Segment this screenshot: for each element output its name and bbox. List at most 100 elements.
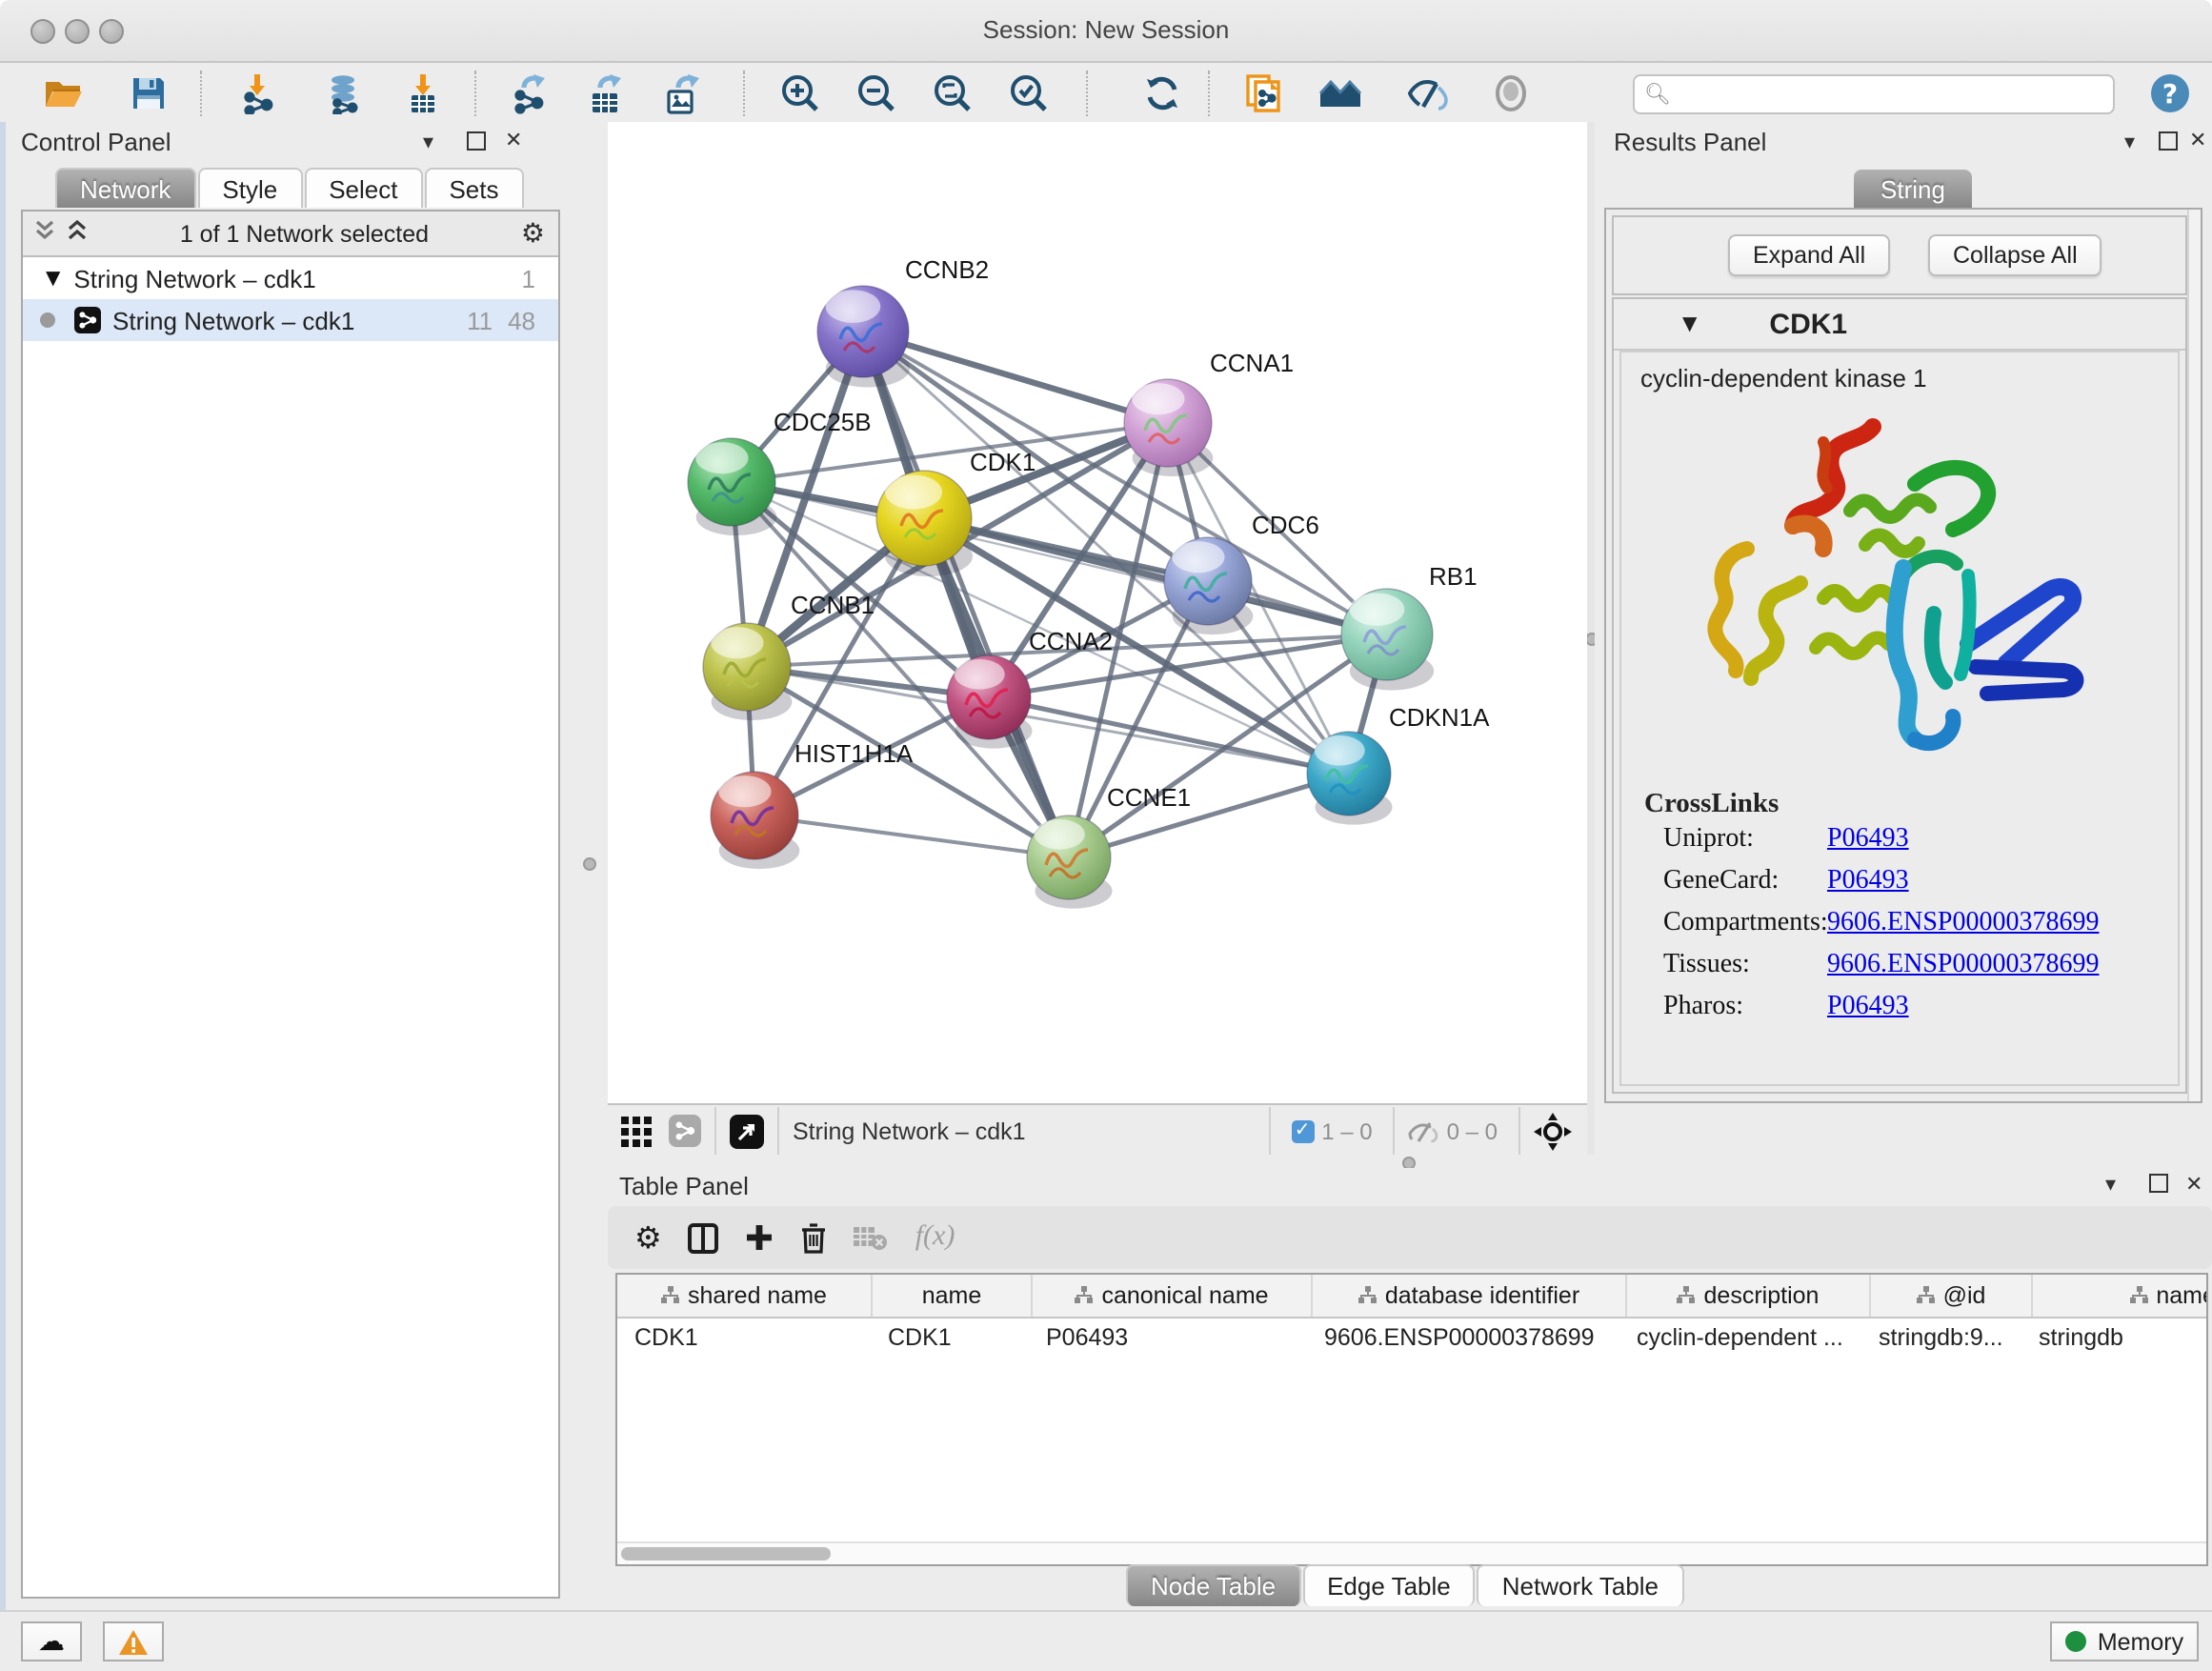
refresh-icon[interactable] — [1139, 70, 1185, 116]
column-header[interactable]: description — [1627, 1275, 1871, 1317]
birds-eye-view-icon[interactable] — [1534, 1112, 1572, 1150]
control-panel-title: Control Panel — [21, 128, 171, 156]
column-type-icon — [1678, 1286, 1697, 1305]
collapse-all-networks-icon[interactable] — [67, 219, 88, 248]
selected-checkbox-icon[interactable]: ✓ — [1291, 1119, 1314, 1142]
tab-node-table[interactable]: Node Table — [1126, 1564, 1300, 1606]
tab-network[interactable]: Network — [55, 168, 195, 208]
table-cell[interactable]: 9606.ENSP00000378699 — [1307, 1319, 1619, 1359]
network-overview-icon[interactable] — [669, 1115, 701, 1147]
zoom-fit-icon[interactable] — [930, 70, 975, 116]
memory-button[interactable]: Memory — [2050, 1621, 2199, 1661]
table-cell[interactable]: cyclin-dependent ... — [1619, 1319, 1861, 1359]
search-icon: 🔍︎ — [1644, 82, 1671, 107]
crosslink-link[interactable]: 9606.ENSP00000378699 — [1827, 909, 2099, 939]
table-horizontal-scrollbar[interactable] — [617, 1541, 2206, 1564]
show-columns-icon[interactable] — [689, 1222, 719, 1253]
crosslink-link[interactable]: P06493 — [1827, 993, 1909, 1023]
import-network-database-icon[interactable] — [320, 70, 366, 116]
column-header[interactable]: database identifier — [1313, 1275, 1627, 1317]
column-header[interactable]: name — [873, 1275, 1033, 1317]
crosslink-link[interactable]: P06493 — [1827, 867, 1909, 897]
column-header[interactable]: namespace — [2033, 1275, 2208, 1317]
tab-edge-table[interactable]: Edge Table — [1302, 1564, 1476, 1606]
svg-text:CCNB1: CCNB1 — [791, 591, 875, 619]
table-panel-menu-caret-icon[interactable]: ▾ — [2105, 1172, 2116, 1197]
hide-annotations-icon[interactable] — [1406, 70, 1452, 116]
import-table-icon[interactable] — [400, 70, 446, 116]
column-header[interactable]: @id — [1871, 1275, 2033, 1317]
results-panel: Results Panel ▾ ✕ String Expand All Coll… — [1595, 122, 2212, 1168]
export-table-icon[interactable] — [583, 70, 629, 116]
import-network-file-icon[interactable] — [236, 70, 282, 116]
tab-sets[interactable]: Sets — [424, 168, 523, 208]
window-title: Session: New Session — [0, 15, 2212, 44]
grid-view-icon[interactable] — [621, 1116, 652, 1146]
zoom-selected-icon[interactable] — [1006, 70, 1052, 116]
clone-network-icon[interactable] — [1240, 70, 1286, 116]
gene-description: cyclin-dependent kinase 1 — [1640, 364, 2178, 393]
detach-view-icon[interactable] — [730, 1114, 764, 1148]
cloud-status-button[interactable]: ☁ — [21, 1621, 82, 1661]
table-cell[interactable]: CDK1 — [617, 1319, 871, 1359]
add-column-icon[interactable] — [746, 1223, 774, 1252]
table-panel: Table Panel ▾ ✕ ⚙ f(x) shared namenameca… — [608, 1168, 2212, 1610]
svg-text:RB1: RB1 — [1429, 562, 1478, 591]
crosslink-link[interactable]: 9606.ENSP00000378699 — [1827, 951, 2099, 981]
network-options-gear-icon[interactable]: ⚙ — [521, 218, 545, 249]
toolbar-divider — [743, 70, 745, 116]
collapse-collection-icon[interactable]: ▼ — [46, 268, 60, 289]
home-network-icon[interactable] — [1318, 70, 1364, 116]
control-panel-close-icon[interactable]: ✕ — [505, 128, 522, 152]
zoom-out-icon[interactable] — [854, 70, 899, 116]
network-canvas[interactable]: CCNB2CCNA1CDC25BCDK1CDC6RB1CCNB1CCNA2CDK… — [608, 122, 1587, 1103]
table-toolbar: ⚙ f(x) — [608, 1206, 2212, 1269]
control-panel-menu-caret-icon[interactable]: ▾ — [423, 130, 433, 154]
table-row[interactable]: CDK1CDK1P064939606.ENSP00000378699cyclin… — [617, 1319, 2206, 1359]
collapse-all-button[interactable]: Collapse All — [1928, 234, 2102, 276]
results-scrollbar[interactable] — [2187, 210, 2201, 1101]
warnings-button[interactable] — [103, 1621, 164, 1661]
column-header[interactable]: shared name — [617, 1275, 873, 1317]
table-cell[interactable]: stringdb:9... — [1861, 1319, 2021, 1359]
left-splitter-handle[interactable] — [583, 857, 596, 871]
expand-all-networks-icon[interactable] — [34, 219, 55, 248]
tab-network-table[interactable]: Network Table — [1478, 1564, 1683, 1606]
results-panel-menu-caret-icon[interactable]: ▾ — [2124, 130, 2135, 154]
expand-all-button[interactable]: Expand All — [1728, 234, 1890, 276]
tab-select[interactable]: Select — [304, 168, 422, 208]
delete-column-icon[interactable] — [801, 1222, 828, 1253]
table-cell[interactable]: P06493 — [1029, 1319, 1307, 1359]
tab-style[interactable]: Style — [197, 168, 302, 208]
table-cell[interactable]: stringdb — [2021, 1319, 2208, 1359]
table-settings-gear-icon[interactable]: ⚙ — [634, 1219, 662, 1256]
help-icon[interactable]: ? — [2147, 70, 2193, 116]
zoom-in-icon[interactable] — [777, 70, 823, 116]
save-session-icon[interactable] — [126, 70, 171, 116]
open-session-icon[interactable] — [40, 70, 86, 116]
table-cell[interactable]: CDK1 — [871, 1319, 1029, 1359]
export-network-icon[interactable] — [507, 70, 553, 116]
delete-table-icon[interactable] — [855, 1224, 889, 1251]
tab-string[interactable]: String — [1854, 170, 1972, 208]
scrollbar-thumb[interactable] — [621, 1547, 831, 1560]
network-row[interactable]: String Network – cdk1 11 48 — [23, 299, 558, 341]
column-header[interactable]: canonical name — [1033, 1275, 1313, 1317]
show-hide-graphics-icon[interactable] — [1488, 70, 1534, 116]
table-panel-close-icon[interactable]: ✕ — [2185, 1172, 2202, 1197]
collapse-gene-icon[interactable]: ▼ — [1682, 313, 1697, 334]
results-panel-float-icon[interactable] — [2159, 131, 2178, 156]
crosslink-link[interactable]: P06493 — [1827, 825, 1909, 856]
svg-text:CCNA1: CCNA1 — [1210, 349, 1294, 377]
function-builder-icon[interactable]: f(x) — [915, 1221, 955, 1254]
control-panel-float-icon[interactable] — [467, 131, 486, 156]
table-panel-float-icon[interactable] — [2149, 1174, 2168, 1198]
network-collection-row[interactable]: ▼ String Network – cdk1 1 — [23, 257, 558, 299]
search-input[interactable] — [1675, 81, 2113, 108]
svg-text:CCNA2: CCNA2 — [1029, 627, 1113, 655]
hidden-eye-icon[interactable] — [1409, 1117, 1439, 1144]
export-image-icon[interactable] — [659, 70, 705, 116]
column-type-icon — [1075, 1286, 1094, 1305]
gene-card-header[interactable]: ▼ CDK1 — [1614, 299, 2185, 351]
results-panel-close-icon[interactable]: ✕ — [2189, 128, 2206, 152]
